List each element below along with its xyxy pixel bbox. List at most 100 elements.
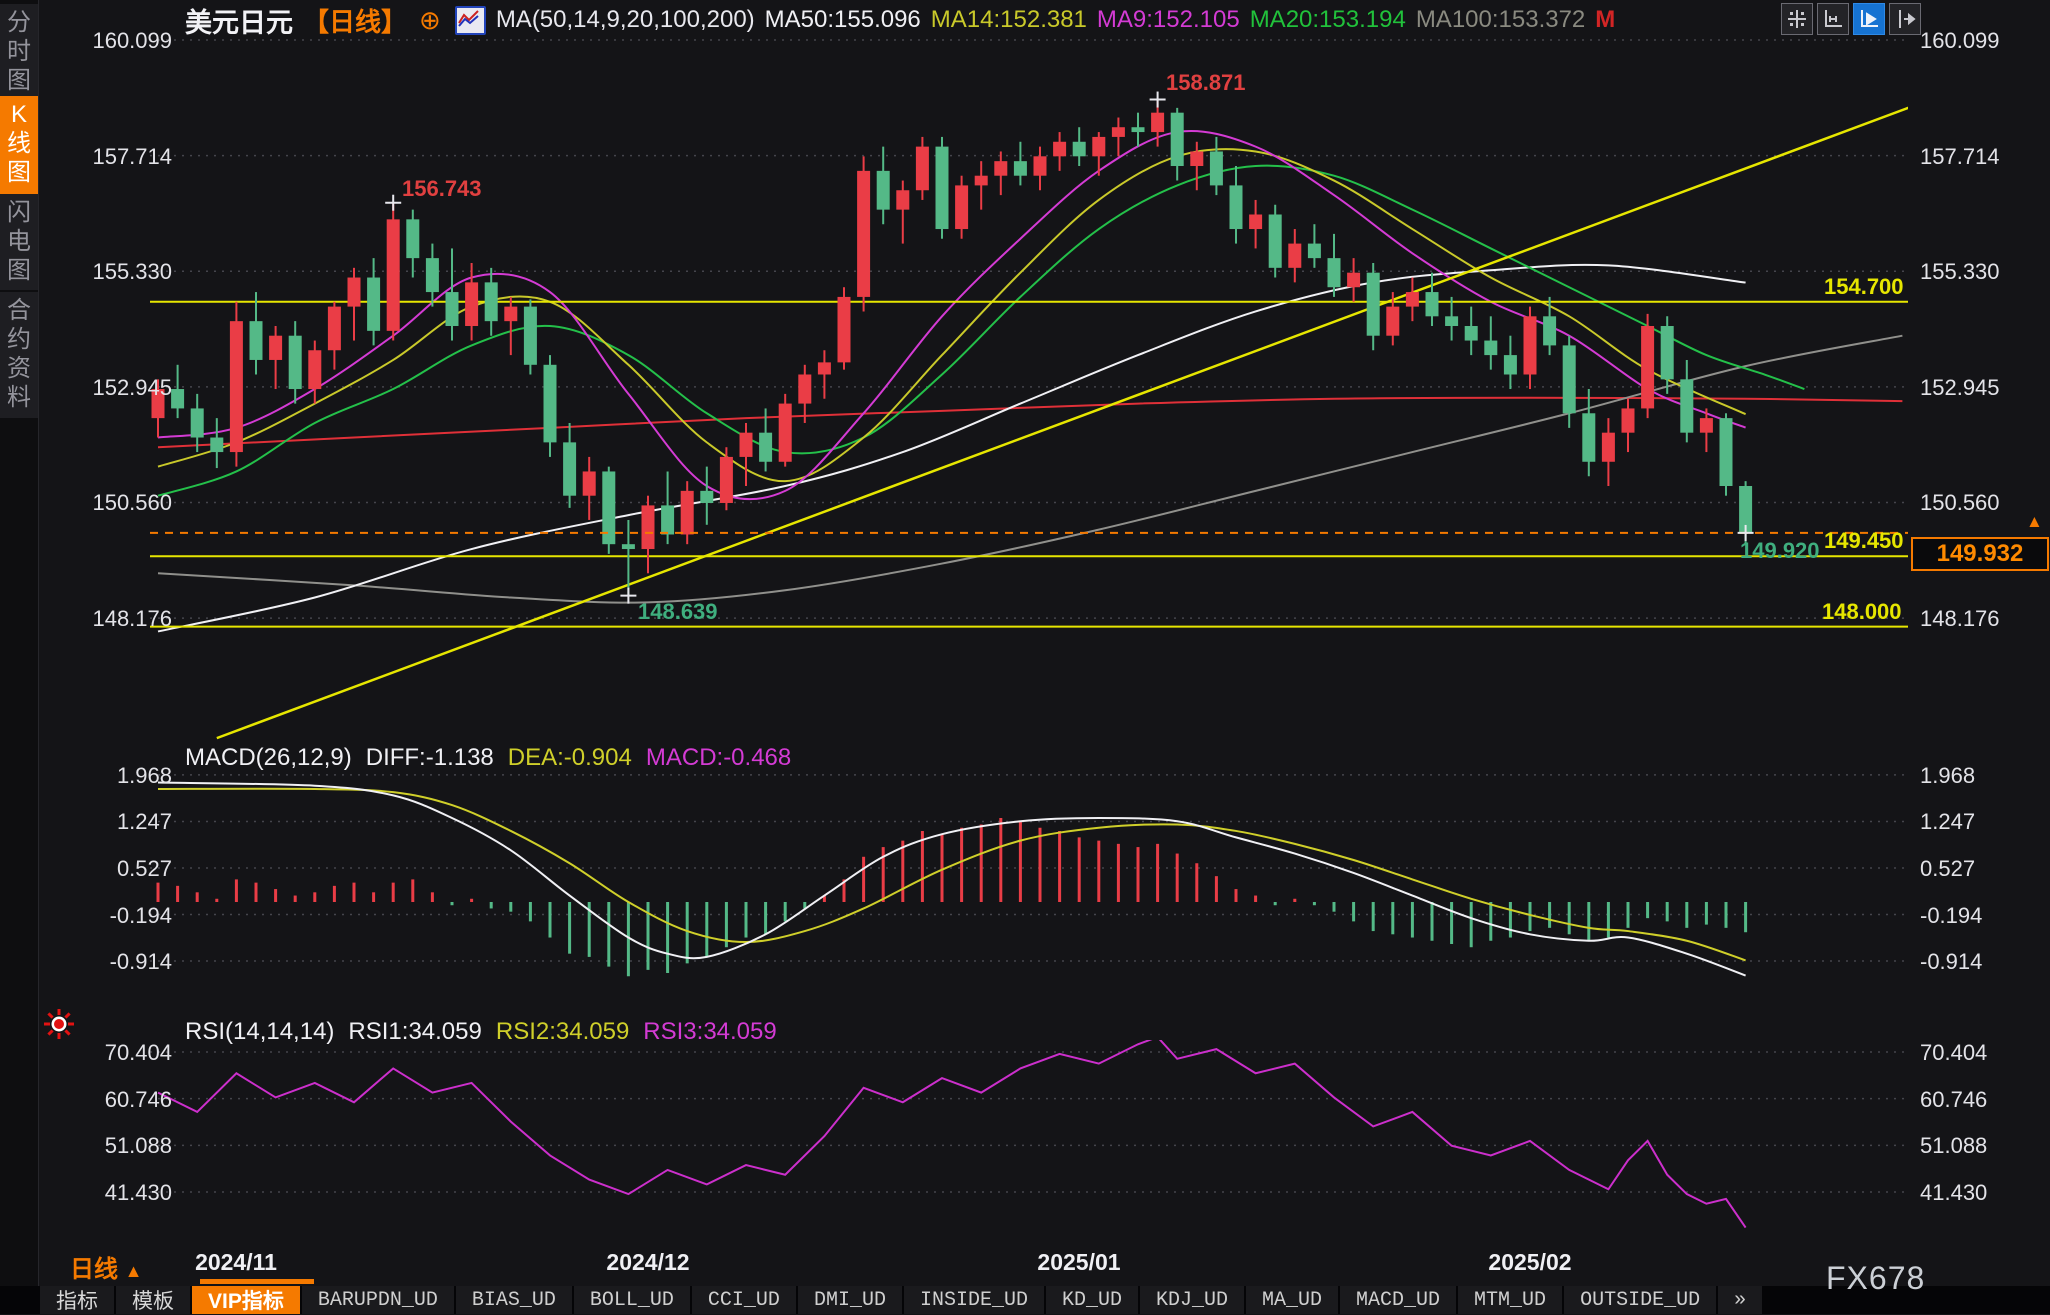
candle <box>1641 326 1654 408</box>
price-axis-left-4: 150.560 <box>38 490 172 516</box>
sidebar-item-flash[interactable]: 闪电图 <box>0 194 38 290</box>
candle <box>1269 214 1282 267</box>
candle <box>563 442 576 495</box>
tab-BOLL_UD[interactable]: BOLL_UD <box>574 1286 690 1314</box>
tab-MTM_UD[interactable]: MTM_UD <box>1458 1286 1562 1314</box>
swing-markers <box>385 92 1753 604</box>
drawn-lines <box>150 108 1908 738</box>
candle <box>544 365 557 443</box>
tab-模板[interactable]: 模板 <box>116 1286 190 1314</box>
candle <box>1622 408 1635 432</box>
tab-KDJ_UD[interactable]: KDJ_UD <box>1140 1286 1244 1314</box>
indicator-logo-icon[interactable] <box>455 6 486 35</box>
sidebar-item-kline[interactable]: K线图 <box>0 96 38 194</box>
price-axis-right-0: 160.099 <box>1920 28 2000 54</box>
price-axis-right-2: 155.330 <box>1920 259 2000 285</box>
candle <box>485 282 498 321</box>
candle <box>1034 156 1047 175</box>
price-axis-left-3: 152.945 <box>38 375 172 401</box>
price-alert-arrow-icon[interactable]: ▲ <box>2026 512 2043 532</box>
symbol-title: 美元日元 <box>185 1 293 40</box>
candle <box>1524 316 1537 374</box>
candle <box>250 321 263 360</box>
candle <box>1720 418 1733 486</box>
tab-CCI_UD[interactable]: CCI_UD <box>692 1286 796 1314</box>
tab-MACD_UD[interactable]: MACD_UD <box>1340 1286 1456 1314</box>
x-axis-month-4: 2025/02 <box>1470 1249 1590 1276</box>
candle <box>994 161 1007 176</box>
rsi-axis-right-1: 60.746 <box>1920 1087 1987 1113</box>
tab-VIP指标[interactable]: VIP指标 <box>192 1286 300 1314</box>
ma-param-label: MA(50,14,9,20,100,200) <box>496 6 755 34</box>
compass-icon[interactable]: ⊕ <box>419 5 441 36</box>
main-chart-canvas[interactable] <box>0 0 2050 1314</box>
app-window: 分时图 K线图 闪电图 合约资料 美元日元 【日线】 ⊕ MA(50,14,9,… <box>0 0 2050 1314</box>
price-axis-left-1: 157.714 <box>38 144 172 170</box>
tab-BIAS_UD[interactable]: BIAS_UD <box>456 1286 572 1314</box>
tab-MA_UD[interactable]: MA_UD <box>1246 1286 1338 1314</box>
rsi3-value: RSI3:34.059 <box>643 1018 776 1046</box>
chart-toolbar <box>1781 3 1921 35</box>
rsi-axis-right-2: 51.088 <box>1920 1133 1987 1159</box>
tab-»[interactable]: » <box>1718 1286 1762 1314</box>
candle <box>1680 379 1693 432</box>
left-sidebar: 分时图 K线图 闪电图 合约资料 <box>0 0 39 1314</box>
level-label-149920: 149.920 <box>1740 538 1820 564</box>
candle <box>348 278 361 307</box>
price-axis-right-3: 152.945 <box>1920 375 2000 401</box>
axis-auto-icon[interactable] <box>1853 3 1885 35</box>
macd-axis-right-3: -0.194 <box>1920 903 1982 929</box>
macd-axis-right-2: 0.527 <box>1920 856 1975 882</box>
candle <box>1073 142 1086 157</box>
axis-scale-icon[interactable] <box>1817 3 1849 35</box>
price-axis-right-4: 150.560 <box>1920 490 2000 516</box>
level-label-154700: 154.700 <box>1824 274 1904 300</box>
candle <box>504 307 517 322</box>
chart-header: 美元日元 【日线】 ⊕ MA(50,14,9,20,100,200) MA50:… <box>185 4 1615 36</box>
tab-KD_UD[interactable]: KD_UD <box>1046 1286 1138 1314</box>
tab-OUTSIDE_UD[interactable]: OUTSIDE_UD <box>1564 1286 1716 1314</box>
record-burst-icon[interactable] <box>43 1008 75 1040</box>
price-axis-left-2: 155.330 <box>38 259 172 285</box>
tab-INSIDE_UD[interactable]: INSIDE_UD <box>904 1286 1044 1314</box>
tab-BARUPDN_UD[interactable]: BARUPDN_UD <box>302 1286 454 1314</box>
tab-DMI_UD[interactable]: DMI_UD <box>798 1286 902 1314</box>
rsi-axis-right-3: 41.430 <box>1920 1180 1987 1206</box>
candle <box>857 171 870 297</box>
period-selector-arrow-icon: ▲ <box>125 1261 143 1281</box>
period-selector[interactable]: 日线 ▲ <box>70 1249 143 1284</box>
candle <box>171 389 184 408</box>
period-selector-label: 日线 <box>70 1256 118 1283</box>
candle <box>1230 185 1243 229</box>
macd-axis-left-3: -0.194 <box>38 903 172 929</box>
candle <box>426 258 439 292</box>
h-scrollbar-thumb[interactable] <box>200 1279 314 1284</box>
candle <box>1445 316 1458 326</box>
macd-diff-value: DIFF:-1.138 <box>366 744 494 772</box>
candle <box>681 491 694 535</box>
candle <box>661 505 674 534</box>
sidebar-item-timeshare[interactable]: 分时图 <box>0 4 38 96</box>
rsi-axis-right-0: 70.404 <box>1920 1040 1987 1066</box>
tab-指标[interactable]: 指标 <box>40 1286 114 1314</box>
period-badge[interactable]: 【日线】 <box>303 2 407 39</box>
dea-line <box>158 789 1746 961</box>
candle <box>191 408 204 437</box>
swing-high-label-1: 156.743 <box>402 176 482 202</box>
candle <box>406 219 419 258</box>
sidebar-item-contract-info[interactable]: 合约资料 <box>0 292 38 418</box>
macd-lines <box>158 782 1746 975</box>
macd-dea-value: DEA:-0.904 <box>508 744 632 772</box>
candle <box>622 544 635 549</box>
candle <box>230 321 243 452</box>
candle <box>1288 244 1301 268</box>
ma9-value: MA9:152.105 <box>1097 6 1240 34</box>
rsi-axis-left-2: 51.088 <box>38 1133 172 1159</box>
macd-axis-right-4: -0.914 <box>1920 949 1982 975</box>
candle <box>1132 127 1145 132</box>
price-axis-left-5: 148.176 <box>38 606 172 632</box>
pan-icon[interactable] <box>1781 3 1813 35</box>
axis-shift-icon[interactable] <box>1889 3 1921 35</box>
price-axis-right-5: 148.176 <box>1920 606 2000 632</box>
rsi1-value: RSI1:34.059 <box>348 1018 481 1046</box>
